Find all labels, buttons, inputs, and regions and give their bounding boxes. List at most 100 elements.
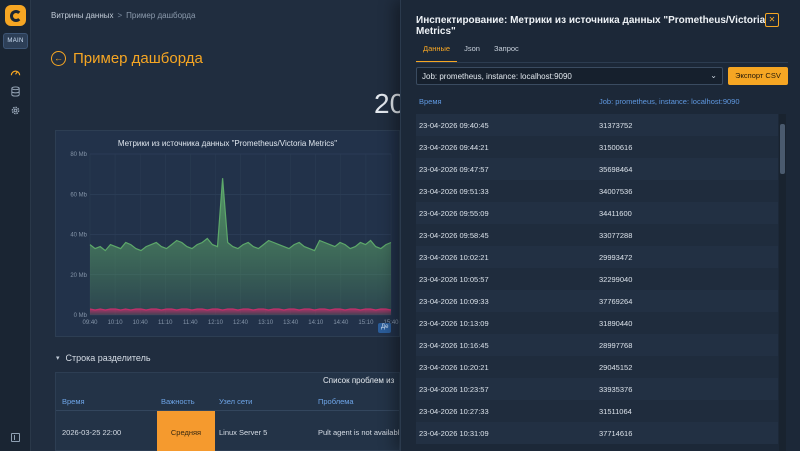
grid-row[interactable]: 23-04-2026 09:55:09 34411600: [416, 202, 778, 224]
back-arrow-icon[interactable]: ←: [51, 51, 66, 66]
grid-cell-value: 33077288: [599, 231, 633, 240]
chevron-down-icon: ▾: [56, 355, 60, 362]
grid-row[interactable]: 23-04-2026 10:20:21 29045152: [416, 356, 778, 378]
col-problem[interactable]: Проблема: [318, 397, 354, 406]
grid-cell-time: 23-04-2026 10:23:57: [419, 385, 489, 394]
x-tick-label: 11:40: [183, 320, 198, 326]
x-tick-label: 14:10: [308, 320, 324, 326]
grid-cell-value: 35698464: [599, 165, 633, 174]
cell-problem: Pult agent is not availabl: [318, 428, 400, 437]
grid-row[interactable]: 23-04-2026 10:09:33 37769264: [416, 290, 778, 312]
grid-cell-time: 23-04-2026 10:02:21: [419, 253, 489, 262]
breadcrumb-separator: >: [117, 11, 123, 20]
close-icon[interactable]: ✕: [765, 13, 779, 27]
scrollbar-thumb[interactable]: [780, 124, 785, 174]
grid-col-time[interactable]: Время: [419, 97, 442, 106]
problems-table-panel: Список проблем из Время Важность Узел се…: [55, 372, 400, 451]
grid-cell-time: 23-04-2026 10:09:33: [419, 297, 489, 306]
x-tick-label: 12:40: [233, 320, 249, 326]
inspect-drawer: Инспектирование: Метрики из источника да…: [400, 0, 800, 451]
grid-cell-time: 23-04-2026 09:44:21: [419, 143, 489, 152]
col-host[interactable]: Узел сети: [219, 397, 252, 406]
x-tick-label: 12:10: [208, 320, 224, 326]
grid-cell-value: 31511064: [599, 407, 632, 416]
x-tick-label: 10:40: [133, 320, 149, 326]
cell-time: 2026-03-25 22:00: [62, 428, 122, 437]
grid-row[interactable]: 23-04-2026 10:02:21 29993472: [416, 246, 778, 268]
grid-row[interactable]: 23-04-2026 09:44:21 31500616: [416, 136, 778, 158]
x-tick-label: 11:10: [158, 320, 173, 326]
grid-cell-time: 23-04-2026 10:13:09: [419, 319, 489, 328]
row-separator-label: Строка разделитель: [65, 353, 151, 363]
gear-icon[interactable]: [9, 104, 22, 117]
x-tick-label: 13:10: [258, 320, 274, 326]
breadcrumb: Витрины данных > Пример дашборда: [51, 11, 195, 20]
drawer-tabs: Данные Json Запрос: [416, 42, 526, 62]
x-tick-label: 09:40: [82, 320, 98, 326]
grid-cell-value: 37769264: [599, 297, 633, 306]
cell-host: Linux Server 5: [219, 428, 268, 437]
logo-icon[interactable]: [5, 5, 26, 26]
table-header: Время Важность Узел сети Проблема: [56, 393, 399, 410]
y-tick-label: 80 Mb: [70, 152, 87, 158]
grid-row[interactable]: 23-04-2026 10:23:57 33935376: [416, 378, 778, 400]
x-tick-label: 13:40: [283, 320, 299, 326]
drawer-title: Инспектирование: Метрики из источника да…: [416, 15, 766, 37]
data-grid: Время Job: prometheus, instance: localho…: [416, 92, 788, 451]
table-row[interactable]: 2026-03-25 22:00 Средняя Linux Server 5 …: [56, 410, 399, 451]
grid-row[interactable]: 23-04-2026 09:51:33 34007536: [416, 180, 778, 202]
x-tick-label: 15:10: [358, 320, 374, 326]
grid-row[interactable]: 23-04-2026 09:58:45 33077288: [416, 224, 778, 246]
nav-rail: MAIN: [0, 0, 31, 451]
grid-cell-time: 23-04-2026 09:58:45: [419, 231, 489, 240]
grid-scrollbar[interactable]: [779, 114, 786, 451]
grid-cell-value: 31890440: [599, 319, 633, 328]
grid-cell-value: 31500616: [599, 143, 633, 152]
grid-row[interactable]: 23-04-2026 09:40:45 31373752: [416, 114, 778, 136]
grid-cell-time: 23-04-2026 09:55:09: [419, 209, 489, 218]
dashboard-icon[interactable]: [9, 66, 22, 79]
grid-row[interactable]: 23-04-2026 10:16:45 28997768: [416, 334, 778, 356]
legend-chip[interactable]: Дe: [378, 323, 392, 333]
page-title: Пример дашборда: [73, 50, 203, 67]
metrics-chart-panel[interactable]: Метрики из источника данных "Prometheus/…: [55, 130, 400, 337]
grid-cell-time: 23-04-2026 10:16:45: [419, 341, 489, 350]
tab-data[interactable]: Данные: [416, 42, 458, 62]
tab-json[interactable]: Json: [457, 42, 487, 62]
y-tick-label: 20 Mb: [70, 273, 87, 279]
grid-cell-time: 23-04-2026 09:51:33: [419, 187, 489, 196]
col-time[interactable]: Время: [62, 397, 85, 406]
grid-row[interactable]: 23-04-2026 10:27:33 31511064: [416, 400, 778, 422]
tab-query[interactable]: Запрос: [487, 42, 526, 62]
collapse-sidebar-icon[interactable]: [11, 433, 20, 442]
workspace-badge[interactable]: MAIN: [3, 33, 28, 49]
grid-cell-value: 32299040: [599, 275, 633, 284]
grid-row[interactable]: 23-04-2026 10:31:09 37714616: [416, 422, 778, 444]
grid-row[interactable]: 23-04-2026 09:47:57 35698464: [416, 158, 778, 180]
grid-cell-value: 29993472: [599, 253, 633, 262]
page-title-row: ← Пример дашборда: [51, 50, 203, 67]
grid-cell-time: 23-04-2026 10:20:21: [419, 363, 489, 372]
grid-cell-time: 23-04-2026 09:40:45: [419, 121, 489, 130]
y-tick-label: 40 Mb: [70, 233, 87, 239]
table-title-text: Список проблем из: [323, 376, 395, 385]
database-icon[interactable]: [9, 85, 22, 98]
series-select-value: Job: prometheus, instance: localhost:909…: [422, 72, 572, 81]
x-tick-label: 10:10: [108, 320, 124, 326]
grid-cell-value: 37714616: [599, 429, 633, 438]
grid-cell-value: 34411600: [599, 209, 632, 218]
col-severity[interactable]: Важность: [161, 397, 195, 406]
series-select[interactable]: Job: prometheus, instance: localhost:909…: [416, 67, 723, 85]
grid-cell-value: 33935376: [599, 385, 633, 394]
breadcrumb-parent[interactable]: Витрины данных: [51, 11, 113, 20]
grid-cell-value: 28997768: [599, 341, 633, 350]
chevron-down-icon: ⌄: [710, 71, 717, 80]
export-csv-button[interactable]: Экспорт CSV: [728, 67, 788, 85]
grid-row[interactable]: 23-04-2026 10:05:57 32299040: [416, 268, 778, 290]
grid-cell-value: 31373752: [599, 121, 633, 130]
grid-col-value[interactable]: Job: prometheus, instance: localhost:909…: [599, 97, 740, 106]
grid-cell-time: 23-04-2026 10:27:33: [419, 407, 489, 416]
row-separator[interactable]: ▾ Строка разделитель: [56, 353, 151, 363]
metrics-chart: 0 Mb 20 Mb 40 Mb 60 Mb 80 Mb 09:40 10:10 10:40 1…: [70, 152, 399, 326]
grid-row[interactable]: 23-04-2026 10:13:09 31890440: [416, 312, 778, 334]
